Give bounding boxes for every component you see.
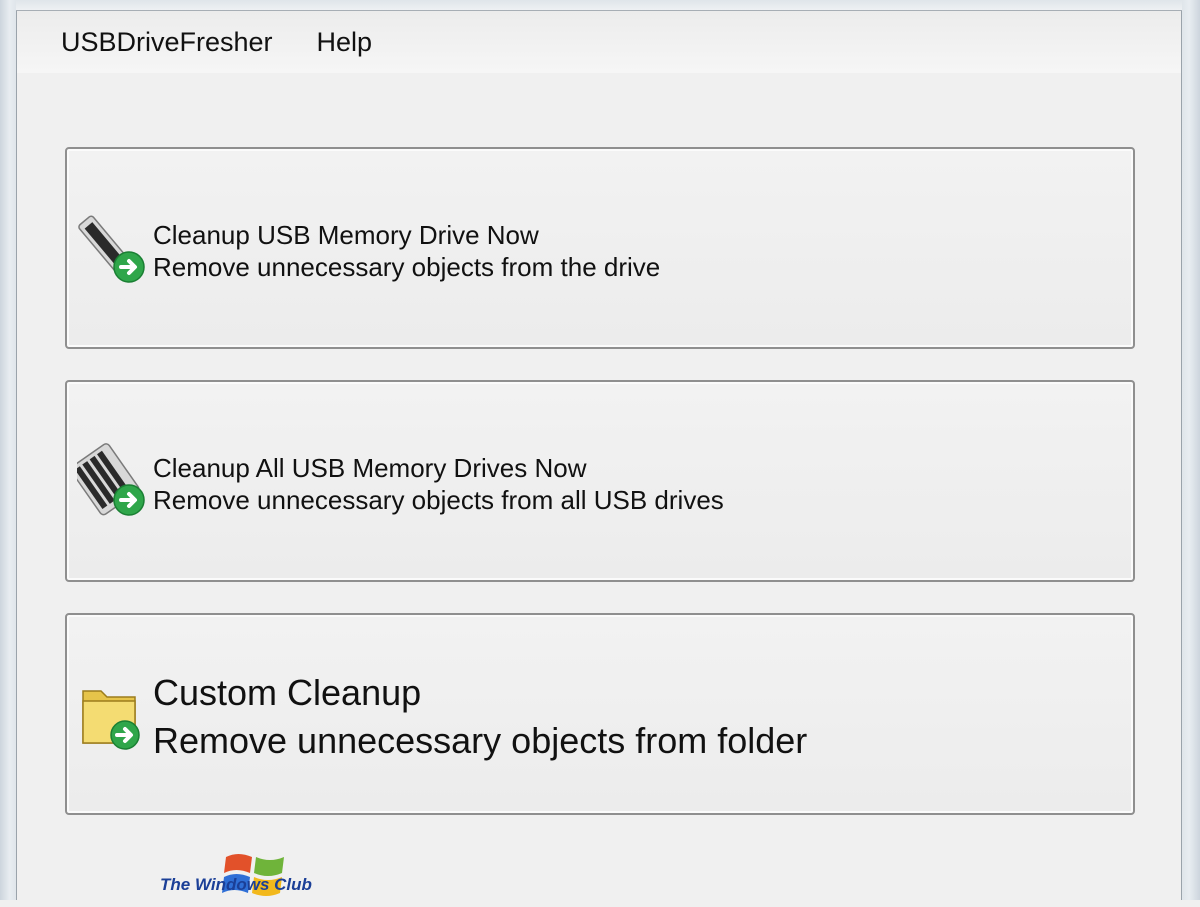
the-windows-club-logo: The Windows Club xyxy=(160,847,360,907)
custom-cleanup-text: Custom Cleanup Remove unnecessary object… xyxy=(153,669,807,765)
cleanup-usb-drive-text: Cleanup USB Memory Drive Now Remove unne… xyxy=(153,219,660,283)
button-title: Custom Cleanup xyxy=(153,672,422,713)
button-title: Cleanup USB Memory Drive Now xyxy=(153,220,539,250)
menu-bar: USBDriveFresher Help xyxy=(17,11,1181,73)
window-frame-right xyxy=(1181,0,1200,900)
button-subtitle: Remove unnecessary objects from all USB … xyxy=(153,485,724,515)
logo-text: The Windows Club xyxy=(160,875,312,894)
window-top-edge xyxy=(16,0,1182,11)
cleanup-all-usb-drives-text: Cleanup All USB Memory Drives Now Remove… xyxy=(153,452,724,516)
menu-help[interactable]: Help xyxy=(317,27,373,58)
app-window: USBDriveFresher Help Cleanup USB Memory … xyxy=(0,0,1200,900)
button-subtitle: Remove unnecessary objects from folder xyxy=(153,720,808,761)
menu-usbdrivefresher[interactable]: USBDriveFresher xyxy=(61,27,273,58)
custom-cleanup-button[interactable]: Custom Cleanup Remove unnecessary object… xyxy=(65,613,1135,815)
button-title: Cleanup All USB Memory Drives Now xyxy=(153,453,587,483)
folder-icon xyxy=(77,677,149,755)
window-frame-left xyxy=(0,0,17,900)
multiple-usb-drives-icon xyxy=(70,442,149,520)
cleanup-all-usb-drives-button[interactable]: Cleanup All USB Memory Drives Now Remove… xyxy=(65,380,1135,582)
main-content: Cleanup USB Memory Drive Now Remove unne… xyxy=(17,73,1181,900)
usb-drive-icon xyxy=(77,209,149,287)
button-subtitle: Remove unnecessary objects from the driv… xyxy=(153,252,661,282)
cleanup-usb-drive-button[interactable]: Cleanup USB Memory Drive Now Remove unne… xyxy=(65,147,1135,349)
